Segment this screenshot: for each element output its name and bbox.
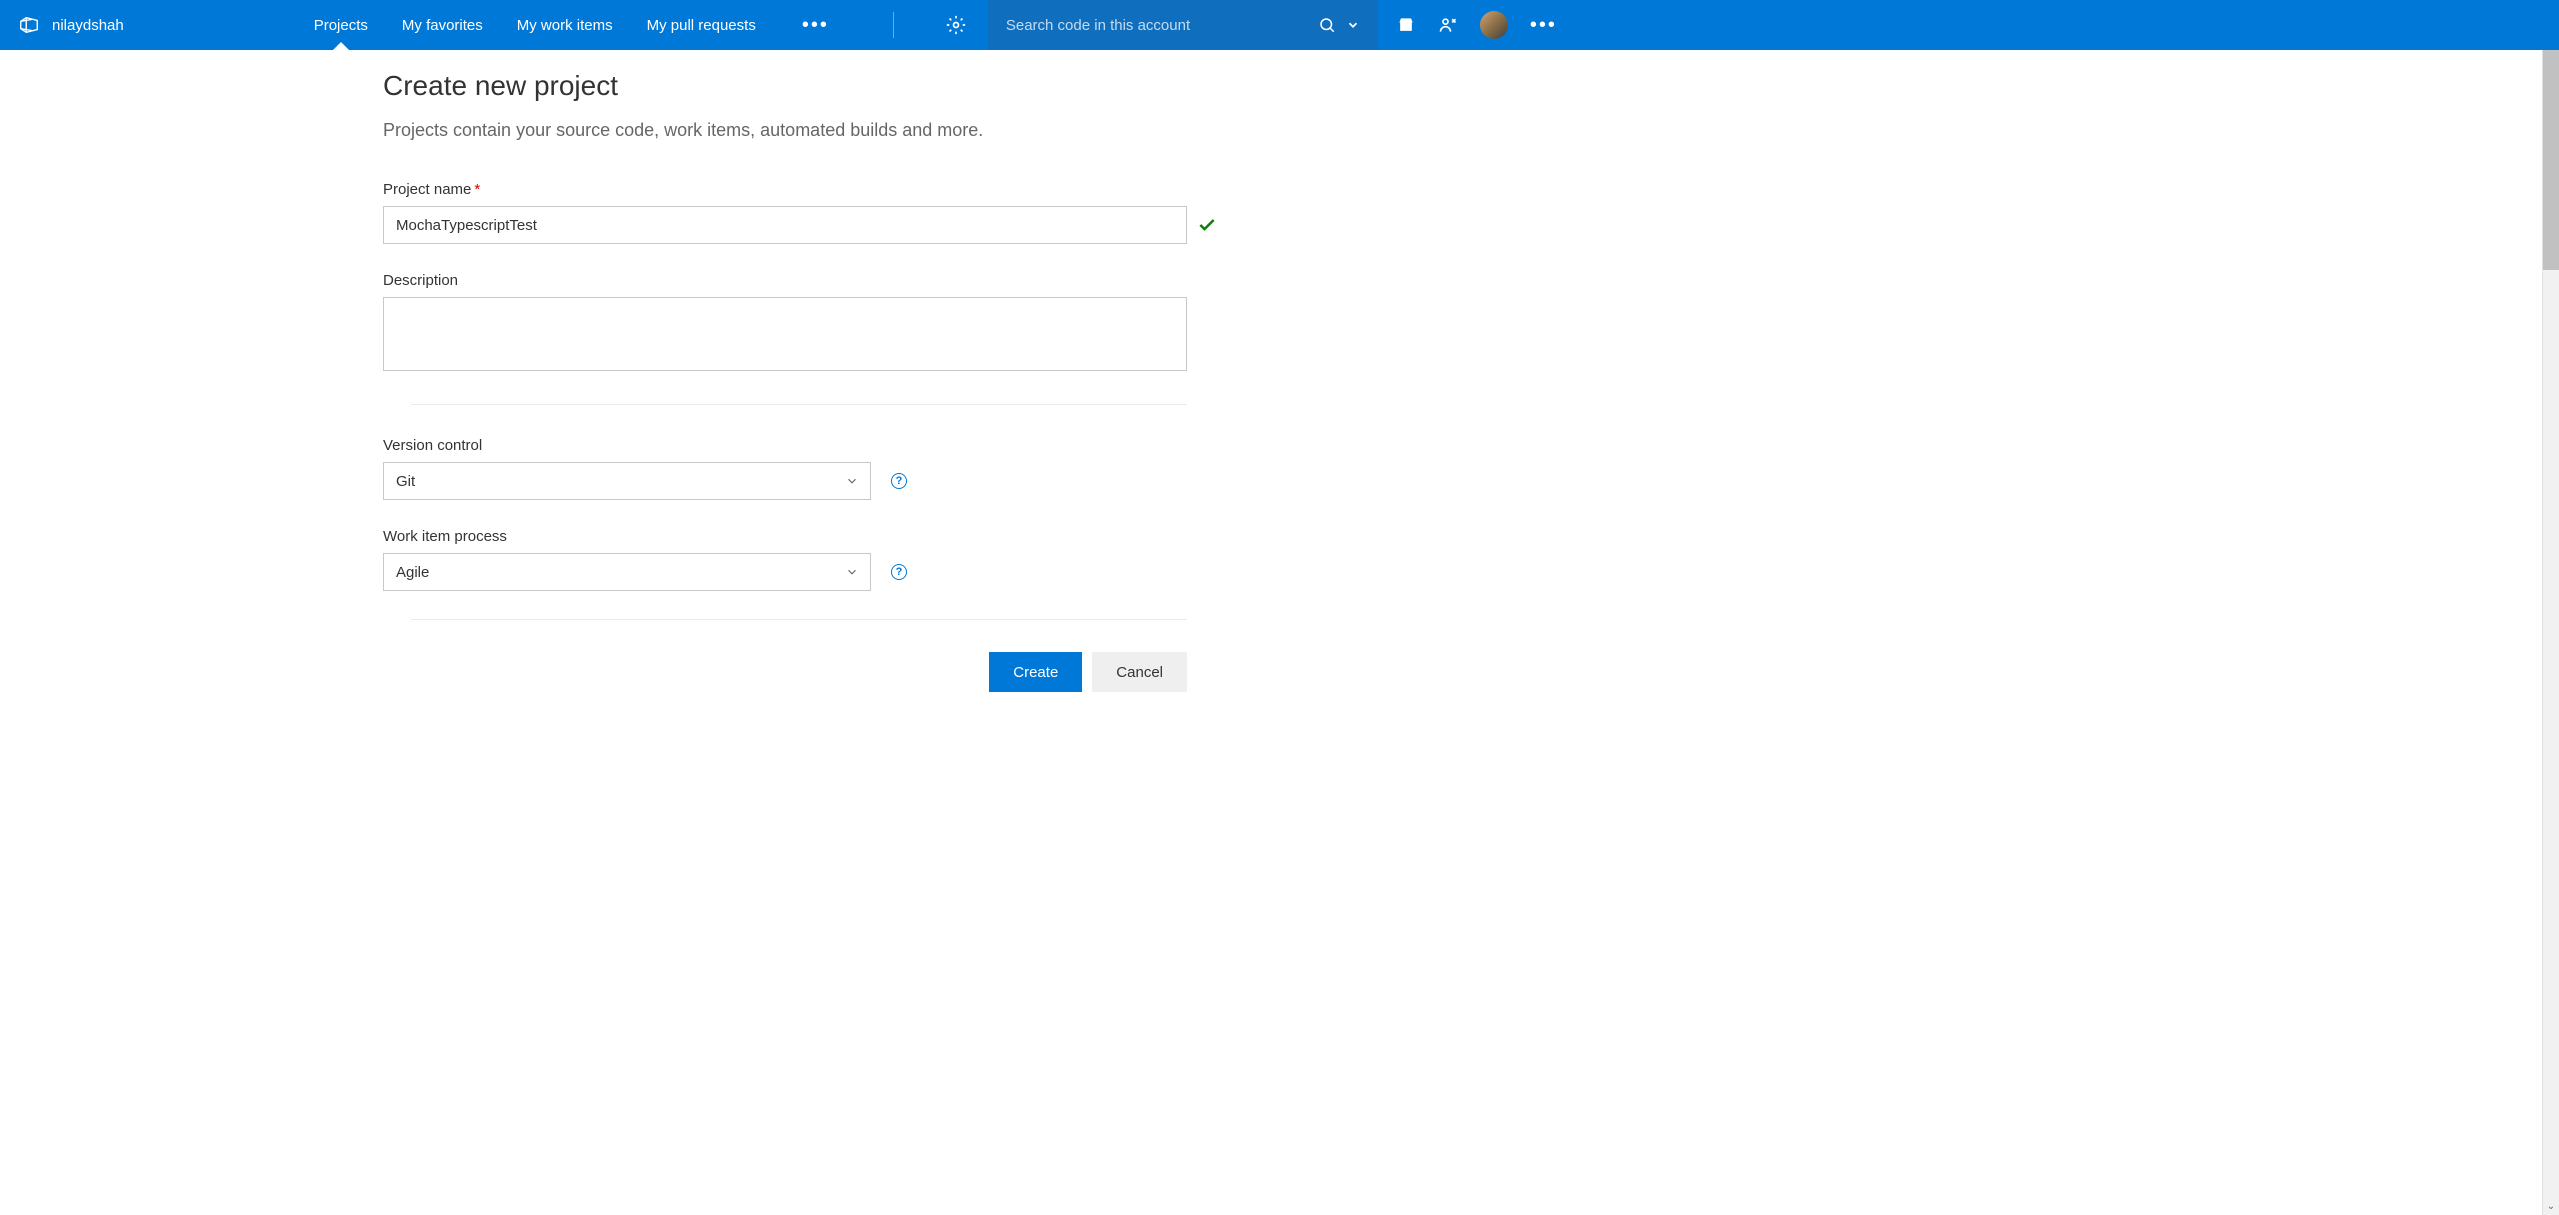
top-navigation-bar: nilaydshah Projects My favorites My work… xyxy=(0,0,2559,50)
cancel-button[interactable]: Cancel xyxy=(1092,652,1187,692)
divider xyxy=(411,404,1187,405)
scrollbar-thumb[interactable] xyxy=(2543,50,2559,270)
user-avatar[interactable] xyxy=(1480,11,1508,39)
divider xyxy=(411,619,1187,620)
tab-work-items[interactable]: My work items xyxy=(517,0,613,50)
project-name-label-text: Project name xyxy=(383,181,471,198)
description-input[interactable] xyxy=(383,297,1187,371)
description-group: Description xyxy=(383,272,1220,376)
work-item-process-help-icon[interactable]: ? xyxy=(891,564,907,580)
version-control-select-wrapper: Git xyxy=(383,462,871,500)
search-wrapper xyxy=(988,0,1378,50)
vsts-logo-icon xyxy=(18,14,40,36)
project-name-row xyxy=(383,206,1220,244)
work-item-process-select[interactable]: Agile xyxy=(383,553,871,591)
right-icons: ••• xyxy=(1378,0,1575,50)
project-name-input[interactable] xyxy=(383,206,1187,244)
vertical-scrollbar[interactable]: ⌄ xyxy=(2542,50,2559,1215)
version-control-row: Git ? xyxy=(383,462,1220,500)
version-control-help-icon[interactable]: ? xyxy=(891,473,907,489)
nav-more-button[interactable]: ••• xyxy=(790,14,841,37)
work-item-process-select-wrapper: Agile xyxy=(383,553,871,591)
scrollbar-down-arrow[interactable]: ⌄ xyxy=(2543,1198,2559,1215)
settings-gear-icon[interactable] xyxy=(946,15,966,35)
version-control-group: Version control Git ? xyxy=(383,437,1220,500)
required-indicator: * xyxy=(474,181,480,198)
description-label: Description xyxy=(383,272,1220,289)
account-name[interactable]: nilaydshah xyxy=(52,17,124,34)
tab-pull-requests[interactable]: My pull requests xyxy=(647,0,756,50)
main-content: Create new project Projects contain your… xyxy=(0,50,1220,732)
version-control-label: Version control xyxy=(383,437,1220,454)
work-item-process-row: Agile ? xyxy=(383,553,1220,591)
page-subtitle: Projects contain your source code, work … xyxy=(383,120,1220,141)
tab-projects[interactable]: Projects xyxy=(314,0,368,50)
logo-section: nilaydshah xyxy=(0,0,144,50)
work-item-process-group: Work item process Agile ? xyxy=(383,528,1220,591)
project-name-label: Project name* xyxy=(383,181,1220,198)
search-input[interactable] xyxy=(1006,17,1308,34)
divider xyxy=(893,12,894,38)
button-row: Create Cancel xyxy=(383,652,1187,692)
page-title: Create new project xyxy=(383,70,1220,102)
validation-check-icon xyxy=(1197,215,1217,235)
header-more-button[interactable]: ••• xyxy=(1530,14,1557,37)
search-chevron-down-icon[interactable] xyxy=(1346,18,1360,32)
project-name-group: Project name* xyxy=(383,181,1220,244)
search-icon[interactable] xyxy=(1318,16,1336,34)
work-item-process-label: Work item process xyxy=(383,528,1220,545)
nav-tabs: Projects My favorites My work items My p… xyxy=(314,0,988,50)
person-icon[interactable] xyxy=(1438,15,1458,35)
tab-favorites[interactable]: My favorites xyxy=(402,0,483,50)
version-control-select[interactable]: Git xyxy=(383,462,871,500)
marketplace-icon[interactable] xyxy=(1396,15,1416,35)
create-button[interactable]: Create xyxy=(989,652,1082,692)
